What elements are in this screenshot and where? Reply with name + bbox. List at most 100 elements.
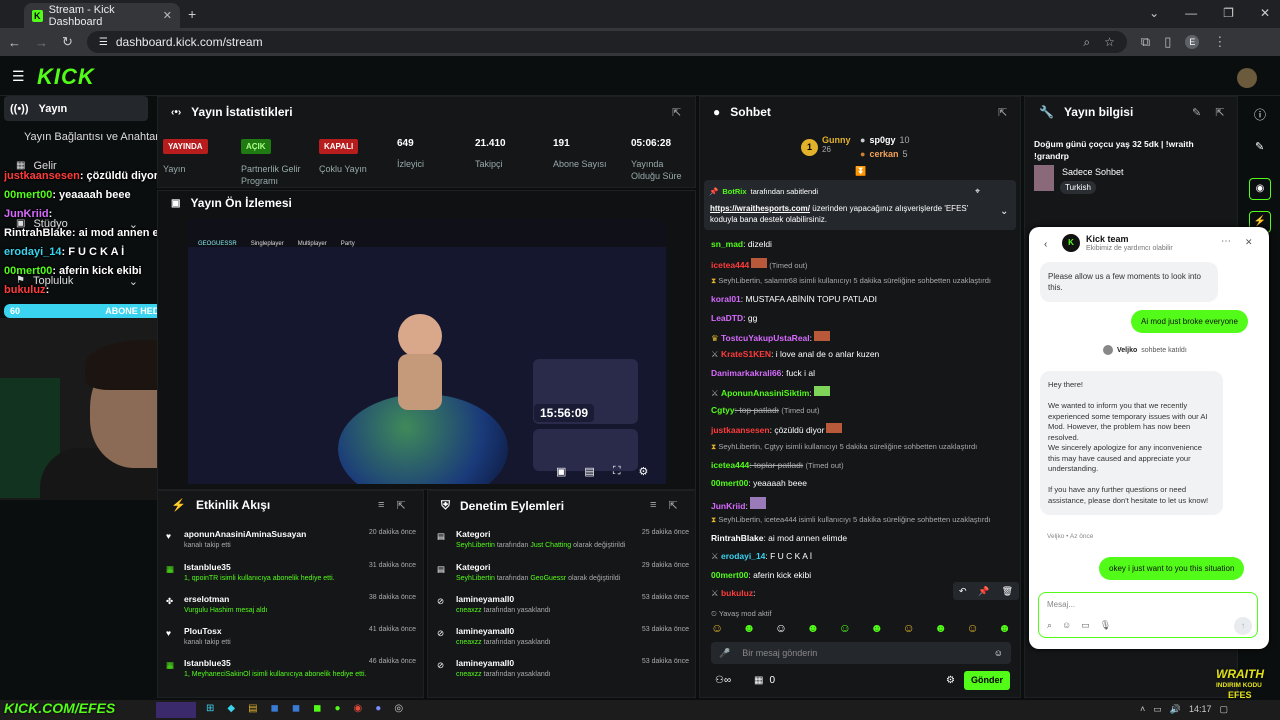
pip-icon[interactable]: ▣: [556, 465, 566, 478]
zoom-icon[interactable]: ⌕: [1083, 35, 1090, 50]
channel-points[interactable]: ▦ 0: [754, 675, 775, 686]
chat-user[interactable]: 00mert00: [711, 570, 748, 580]
delete-icon[interactable]: 🗑: [1002, 586, 1013, 597]
fullscreen-icon[interactable]: ⛶: [613, 465, 621, 478]
obs-icon[interactable]: ◎: [394, 703, 403, 714]
user-avatar[interactable]: [1237, 68, 1257, 88]
close-tab-icon[interactable]: ✕: [163, 9, 172, 22]
forward-icon[interactable]: →: [35, 35, 48, 50]
extensions-icon[interactable]: ⧉: [1141, 34, 1150, 50]
support-input[interactable]: [1038, 592, 1258, 638]
reply-icon[interactable]: ↶: [959, 586, 967, 597]
minimize-button[interactable]: —: [1185, 6, 1197, 20]
volume-icon[interactable]: 🔊: [1170, 704, 1181, 715]
mic-icon[interactable]: 🎤: [719, 648, 730, 659]
popout-icon[interactable]: ⇱: [672, 106, 681, 119]
emote-icon[interactable]: ☺: [967, 621, 979, 635]
send-button[interactable]: Gönder: [964, 671, 1010, 690]
chat-user[interactable]: icetea444: [711, 260, 749, 270]
emote-icon[interactable]: ☺: [711, 621, 723, 635]
start-icon[interactable]: ⊞: [206, 703, 214, 714]
chat-user[interactable]: erodayi_14: [721, 551, 765, 561]
chat-user[interactable]: koral01: [711, 294, 741, 304]
emote-icon[interactable]: ☺: [839, 621, 851, 635]
emote-icon[interactable]: ☻: [998, 621, 1011, 635]
pinned-link[interactable]: https://wraithesports.com/: [710, 204, 810, 213]
app-icon[interactable]: ◆: [227, 703, 235, 714]
expand-leaderboard-icon[interactable]: ⏬: [855, 166, 866, 177]
category-name[interactable]: Sadece Sohbet: [1062, 167, 1124, 177]
rail-button[interactable]: ◉: [1249, 178, 1271, 200]
popout-icon[interactable]: ⇱: [668, 499, 677, 512]
chat-input[interactable]: 🎤 Bir mesaj gönderin ☺: [711, 642, 1011, 664]
site-info-icon[interactable]: ☰: [99, 37, 108, 48]
info-icon[interactable]: ⓘ: [1254, 106, 1266, 123]
chat-user[interactable]: JunKriid: [711, 501, 745, 511]
emote-icon[interactable]: ☻: [871, 621, 884, 635]
emote-icon[interactable]: ☺: [775, 621, 787, 635]
tray-clock[interactable]: 14:17: [1189, 704, 1212, 715]
chat-user[interactable]: KrateS1KEN: [721, 349, 771, 359]
tray-chevron-icon[interactable]: ˄: [1140, 704, 1145, 715]
chat-users-icon[interactable]: ⚇∞: [715, 675, 731, 686]
chat-user[interactable]: RintrahBlake: [711, 533, 763, 543]
emote-icon[interactable]: ☻: [743, 621, 756, 635]
chat-user[interactable]: Cgtyy: [711, 405, 735, 415]
pin-icon[interactable]: 📌: [978, 586, 989, 597]
profile-avatar[interactable]: E: [1185, 35, 1200, 49]
kick-logo[interactable]: KICK: [37, 64, 95, 90]
chat-user[interactable]: sn_mad: [711, 239, 743, 249]
attach-icon[interactable]: ⌕: [1047, 620, 1052, 631]
popout-icon[interactable]: ⇱: [1215, 106, 1224, 119]
restore-button[interactable]: ❐: [1223, 6, 1234, 20]
settings-icon[interactable]: ⚙: [639, 465, 649, 478]
app-icon[interactable]: ◼: [313, 703, 321, 714]
popout-icon[interactable]: ⇱: [396, 499, 405, 512]
bookmark-star-icon[interactable]: ☆: [1104, 35, 1115, 50]
theater-icon[interactable]: ▤: [584, 465, 594, 478]
emote-icon[interactable]: ☻: [807, 621, 820, 635]
hamburger-menu-icon[interactable]: ☰: [12, 68, 25, 85]
popout-icon[interactable]: ⇱: [998, 106, 1007, 119]
stream-preview[interactable]: GEOGUESSR Singleplayer Multiplayer Party…: [188, 219, 666, 484]
send-icon[interactable]: ↑: [1234, 617, 1252, 635]
gif-icon[interactable]: ▭: [1081, 620, 1090, 631]
new-tab-button[interactable]: +: [188, 6, 196, 22]
back-icon[interactable]: ←: [8, 35, 21, 50]
explorer-icon[interactable]: ▤: [248, 703, 257, 714]
chevron-down-icon[interactable]: ⌄: [1000, 206, 1008, 217]
browser-tab[interactable]: K Stream - Kick Dashboard ✕: [24, 3, 180, 28]
close-window-button[interactable]: ✕: [1260, 6, 1270, 20]
chat-user[interactable]: justkaansesen: [711, 425, 770, 435]
sidepanel-icon[interactable]: ▯: [1164, 34, 1171, 50]
chat-settings-icon[interactable]: ⚙: [946, 675, 955, 686]
chat-user[interactable]: bukuluz: [721, 588, 753, 598]
filter-icon[interactable]: ≡: [650, 499, 656, 512]
network-icon[interactable]: ▭: [1153, 704, 1162, 715]
chat-user[interactable]: icetea444: [711, 460, 749, 470]
reload-icon[interactable]: ↻: [62, 34, 73, 50]
mic-icon[interactable]: 🎙: [1100, 620, 1111, 631]
chat-user[interactable]: TostcuYakupUstaReal: [721, 333, 810, 343]
spotify-icon[interactable]: ●: [334, 703, 340, 714]
nav-item-yayin[interactable]: ((•)) Yayın: [4, 96, 148, 121]
chat-user[interactable]: 00mert00: [711, 478, 748, 488]
discord-icon[interactable]: ●: [375, 703, 381, 714]
emote-icon[interactable]: ☻: [934, 621, 947, 635]
chat-user[interactable]: AponunAnasiniSiktim: [721, 388, 809, 398]
emote-icon[interactable]: ☺: [903, 621, 915, 635]
chat-user[interactable]: LeaDTD: [711, 313, 743, 323]
close-icon[interactable]: ✕: [1245, 237, 1253, 248]
url-bar[interactable]: ☰ dashboard.kick.com/stream ⌕ ☆: [86, 31, 1127, 53]
back-icon[interactable]: ‹: [1044, 239, 1047, 250]
edit-icon[interactable]: ✎: [1255, 140, 1264, 153]
unpin-icon[interactable]: ⌖: [975, 186, 980, 197]
more-options-icon[interactable]: ⋯: [1221, 236, 1231, 247]
nav-item-stream-key[interactable]: Yayın Bağlantısı ve Anahtarı: [24, 131, 162, 143]
emoji-icon[interactable]: ☺: [1062, 620, 1071, 631]
chrome-icon[interactable]: ◉: [354, 703, 363, 714]
app-icon[interactable]: ◼: [292, 703, 300, 714]
filter-icon[interactable]: ≡: [378, 499, 384, 512]
tab-search-icon[interactable]: ⌄: [1149, 6, 1159, 20]
app-icon[interactable]: ◼: [271, 703, 279, 714]
